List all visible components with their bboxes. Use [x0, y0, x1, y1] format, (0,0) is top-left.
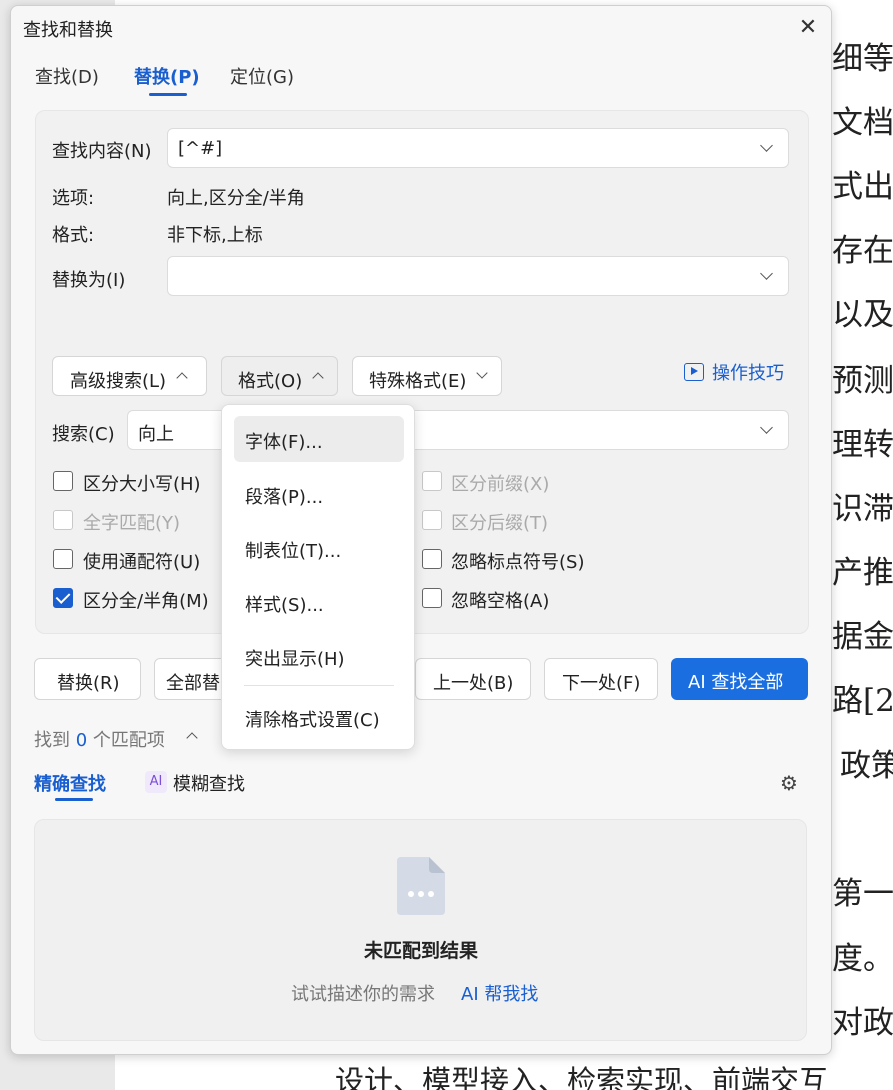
find-content-value: [^#] — [178, 138, 223, 159]
dialog-title: 查找和替换 — [23, 20, 113, 41]
found-prefix: 找到 — [34, 730, 70, 751]
search-direction-value: 向上 — [138, 424, 174, 445]
doc-text-line: 设计、模型接入、检索实现、前端交互 — [335, 1064, 829, 1090]
doc-text-line: 产推 — [832, 555, 893, 591]
special-format-button[interactable]: 特殊格式(E) — [352, 356, 502, 396]
found-suffix: 个匹配项 — [92, 730, 165, 751]
whole-word-label: 全字匹配(Y) — [83, 513, 181, 534]
match-suffix-checkbox[interactable] — [422, 510, 442, 530]
search-direction-label: 搜索(C) — [52, 424, 115, 445]
menu-item-label: 清除格式设置(C) — [245, 710, 380, 731]
doc-text-line: 路[2] — [832, 683, 893, 719]
ignore-punctuation-label: 忽略标点符号(S) — [451, 552, 585, 573]
whole-word-checkbox[interactable] — [53, 510, 73, 530]
doc-text-line: 理转 — [832, 427, 893, 463]
menu-item-label: 制表位(T)... — [245, 541, 342, 562]
options-label: 选项: — [52, 188, 95, 209]
menu-item-style[interactable]: 样式(S)... — [234, 579, 404, 625]
doc-text-line: 识滞 — [832, 491, 893, 527]
active-tab-indicator — [149, 93, 187, 96]
chevron-down-icon — [760, 267, 773, 280]
format-value: 非下标,上标 — [167, 225, 263, 246]
menu-divider — [244, 685, 394, 686]
use-wildcards-label: 使用通配符(U) — [83, 552, 201, 573]
menu-item-label: 突出显示(H) — [245, 649, 345, 670]
tab-goto[interactable]: 定位(G) — [230, 63, 294, 89]
play-icon — [684, 363, 704, 381]
special-format-label: 特殊格式(E) — [369, 371, 467, 392]
replace-button[interactable]: 替换(R) — [34, 658, 141, 700]
menu-item-label: 字体(F)... — [245, 432, 323, 453]
empty-document-icon — [397, 857, 445, 915]
menu-item-label: 样式(S)... — [245, 595, 324, 616]
doc-text-line: 存在 — [832, 233, 893, 269]
chevron-up-icon — [312, 372, 324, 384]
chevron-down-icon — [760, 421, 773, 434]
next-button-label: 下一处(F) — [562, 673, 641, 694]
replace-with-label: 替换为(I) — [52, 270, 126, 291]
menu-item-font[interactable]: 字体(F)... — [234, 416, 404, 462]
tab-exact-search[interactable]: 精确查找 — [34, 770, 106, 796]
format-dropdown-menu: 字体(F)... 段落(P)... 制表位(T)... 样式(S)... 突出显… — [221, 404, 415, 750]
ignore-whitespace-checkbox[interactable] — [422, 588, 442, 608]
doc-text-line: 预测 — [832, 363, 893, 399]
doc-text-line: 式出 — [832, 169, 893, 205]
no-results-hint: 试试描述你的需求 — [291, 984, 435, 1005]
tab-find[interactable]: 查找(D) — [35, 63, 99, 89]
chevron-up-icon — [176, 372, 188, 384]
next-button[interactable]: 下一处(F) — [544, 658, 658, 700]
advanced-search-label: 高级搜索(L) — [70, 371, 167, 392]
menu-item-highlight[interactable]: 突出显示(H) — [234, 633, 404, 679]
operation-tips-link[interactable]: 操作技巧 — [712, 359, 784, 385]
doc-text-line: 以及 — [832, 297, 893, 333]
tab-fuzzy-search[interactable]: 模糊查找 — [173, 770, 245, 796]
doc-text-line: 据金 — [832, 619, 893, 655]
ai-find-all-button[interactable]: AI 查找全部 — [671, 658, 808, 700]
ai-find-all-label: AI 查找全部 — [688, 672, 784, 693]
doc-text-line: 对政 — [832, 1005, 893, 1041]
doc-text-line: 政策 — [840, 748, 893, 784]
options-value: 向上,区分全/半角 — [167, 188, 305, 209]
chevron-down-icon — [476, 367, 488, 379]
match-prefix-checkbox[interactable] — [422, 471, 442, 491]
ai-help-link[interactable]: AI 帮我找 — [461, 980, 538, 1006]
previous-button[interactable]: 上一处(B) — [415, 658, 531, 700]
previous-button-label: 上一处(B) — [433, 673, 514, 694]
active-tab-indicator — [55, 798, 93, 801]
match-width-label: 区分全/半角(M) — [83, 591, 209, 612]
match-prefix-label: 区分前缀(X) — [451, 474, 550, 495]
find-content-label: 查找内容(N) — [52, 141, 152, 162]
menu-item-tabs[interactable]: 制表位(T)... — [234, 525, 404, 571]
replace-button-label: 替换(R) — [57, 673, 120, 694]
replace-with-input[interactable] — [167, 256, 789, 296]
gear-icon[interactable]: ⚙ — [778, 772, 800, 794]
format-button-label: 格式(O) — [238, 371, 303, 392]
format-button[interactable]: 格式(O) — [221, 356, 338, 396]
replace-all-button-label: 全部替 — [166, 673, 220, 694]
format-label: 格式: — [52, 225, 95, 246]
match-case-label: 区分大小写(H) — [83, 474, 201, 495]
match-case-checkbox[interactable] — [53, 471, 73, 491]
results-panel — [34, 819, 807, 1041]
ignore-whitespace-label: 忽略空格(A) — [451, 591, 550, 612]
chevron-down-icon — [760, 139, 773, 152]
match-suffix-label: 区分后缀(T) — [451, 513, 549, 534]
find-content-input[interactable]: [^#] — [167, 128, 789, 168]
close-icon[interactable]: ✕ — [795, 15, 821, 41]
menu-item-paragraph[interactable]: 段落(P)... — [234, 471, 404, 517]
ai-badge-icon: AI — [145, 771, 167, 793]
tab-replace[interactable]: 替换(P) — [134, 63, 200, 89]
menu-item-clear-format[interactable]: 清除格式设置(C) — [234, 694, 404, 740]
use-wildcards-checkbox[interactable] — [53, 549, 73, 569]
menu-item-label: 段落(P)... — [245, 487, 324, 508]
no-results-title: 未匹配到结果 — [363, 940, 478, 962]
doc-text-line: 细等 — [832, 41, 893, 77]
doc-text-line: 第一 — [832, 876, 893, 912]
doc-text-line: 文档 — [832, 105, 893, 141]
ignore-punctuation-checkbox[interactable] — [422, 549, 442, 569]
found-count: 0 — [75, 730, 88, 751]
match-width-checkbox[interactable] — [53, 588, 73, 608]
advanced-search-button[interactable]: 高级搜索(L) — [52, 356, 207, 396]
match-count-text: 找到 0 个匹配项 — [34, 726, 165, 752]
